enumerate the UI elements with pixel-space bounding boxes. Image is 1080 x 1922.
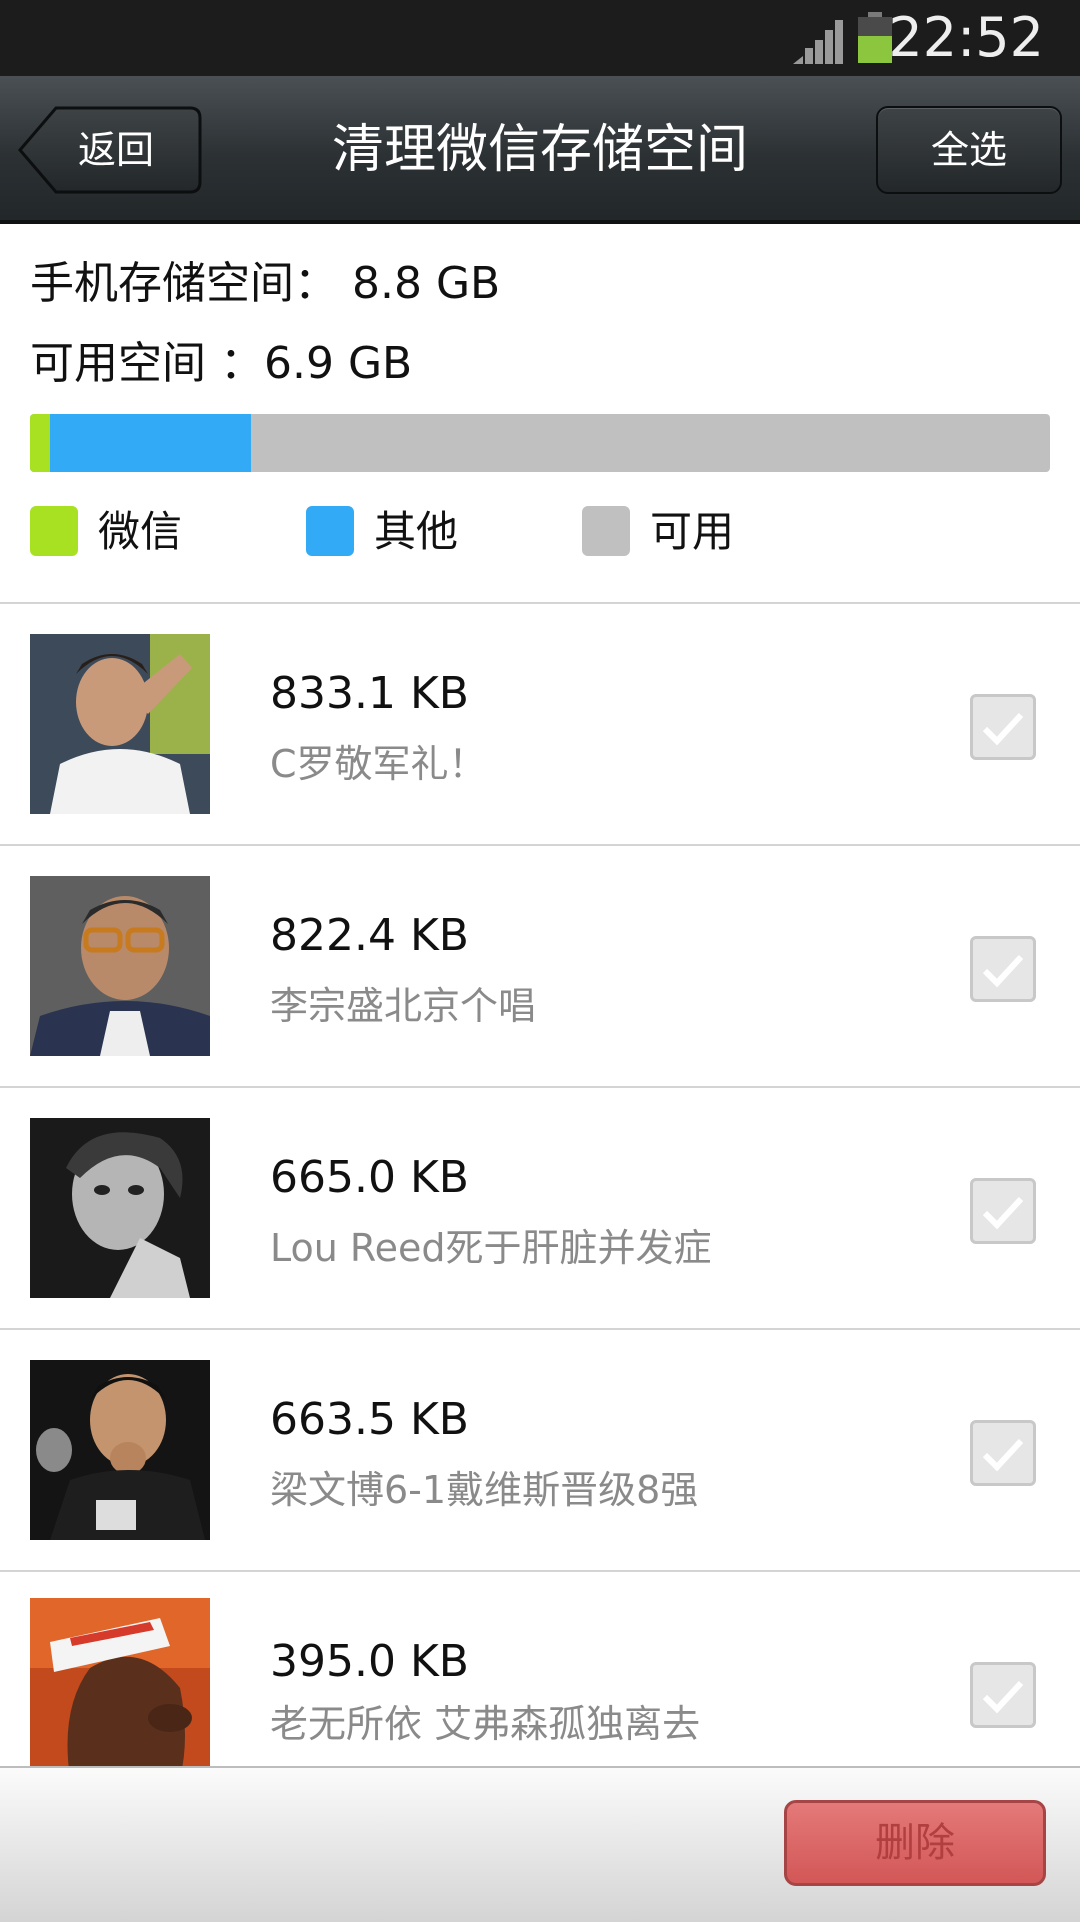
signal-icon: [793, 20, 843, 64]
item-size: 663.5 KB: [270, 1394, 469, 1445]
list-item[interactable]: 665.0 KB Lou Reed死于肝脏并发症: [0, 1088, 1080, 1328]
item-size: 822.4 KB: [270, 910, 469, 961]
back-button-label: 返回: [78, 128, 155, 172]
legend-swatch-other: [306, 506, 354, 556]
item-caption: Lou Reed死于肝脏并发症: [270, 1226, 712, 1270]
checkmark-icon: [982, 712, 1024, 746]
list-item[interactable]: 833.1 KB C罗敬军礼！: [0, 604, 1080, 844]
legend-swatch-available: [582, 506, 630, 556]
thumbnail-image: [30, 1598, 210, 1778]
item-caption: 李宗盛北京个唱: [270, 984, 537, 1028]
item-checkbox[interactable]: [970, 936, 1036, 1002]
checkmark-icon: [982, 1196, 1024, 1230]
thumbnail-image: [30, 876, 210, 1056]
list-item[interactable]: 822.4 KB 李宗盛北京个唱: [0, 846, 1080, 1086]
bottom-action-bar: 删除: [0, 1766, 1080, 1922]
page-title: 清理微信存储空间: [331, 120, 748, 180]
item-checkbox[interactable]: [970, 1178, 1036, 1244]
available-storage-label: 可用空间 ：: [30, 338, 264, 389]
thumbnail-image: [30, 1360, 210, 1540]
thumbnail-image: [30, 634, 210, 814]
usage-segment-wechat: [30, 414, 51, 472]
checkmark-icon: [982, 1680, 1024, 1714]
item-checkbox[interactable]: [970, 694, 1036, 760]
available-storage-value: 6.9 GB: [264, 338, 413, 389]
legend-label-other: 其他: [374, 507, 459, 556]
legend-swatch-wechat: [30, 506, 78, 556]
checkmark-icon: [982, 954, 1024, 988]
thumbnail-image: [30, 1118, 210, 1298]
status-bar: 22:52: [0, 0, 1080, 76]
select-all-button[interactable]: 全选: [876, 106, 1062, 194]
title-bar: 返回 清理微信存储空间 全选: [0, 76, 1080, 224]
item-caption: 梁文博6-1戴维斯晋级8强: [270, 1468, 699, 1512]
available-storage-line: 可用空间 ：6.9 GB: [30, 334, 412, 394]
total-storage-line: 手机存储空间： 8.8 GB: [30, 254, 500, 314]
list-item[interactable]: 663.5 KB 梁文博6-1戴维斯晋级8强: [0, 1330, 1080, 1570]
delete-button[interactable]: 删除: [784, 1800, 1046, 1886]
item-size: 665.0 KB: [270, 1152, 469, 1203]
item-checkbox[interactable]: [970, 1662, 1036, 1728]
item-caption: C罗敬军礼！: [270, 742, 487, 786]
item-size: 395.0 KB: [270, 1636, 469, 1687]
item-checkbox[interactable]: [970, 1420, 1036, 1486]
checkmark-icon: [982, 1438, 1024, 1472]
total-storage-label: 手机存储空间：: [30, 258, 338, 309]
item-size: 833.1 KB: [270, 668, 469, 719]
legend-label-wechat: 微信: [98, 507, 183, 556]
usage-segment-other: [50, 414, 252, 472]
storage-summary: 手机存储空间： 8.8 GB 可用空间 ：6.9 GB 微信 其他 可用: [0, 224, 1080, 602]
legend-label-available: 可用: [650, 507, 735, 556]
total-storage-value: 8.8 GB: [352, 258, 501, 309]
storage-usage-bar: [30, 414, 1050, 472]
item-caption: 老无所依 艾弗森孤独离去: [270, 1702, 701, 1746]
status-clock: 22:52: [888, 6, 1044, 69]
back-button[interactable]: 返回: [18, 106, 202, 194]
